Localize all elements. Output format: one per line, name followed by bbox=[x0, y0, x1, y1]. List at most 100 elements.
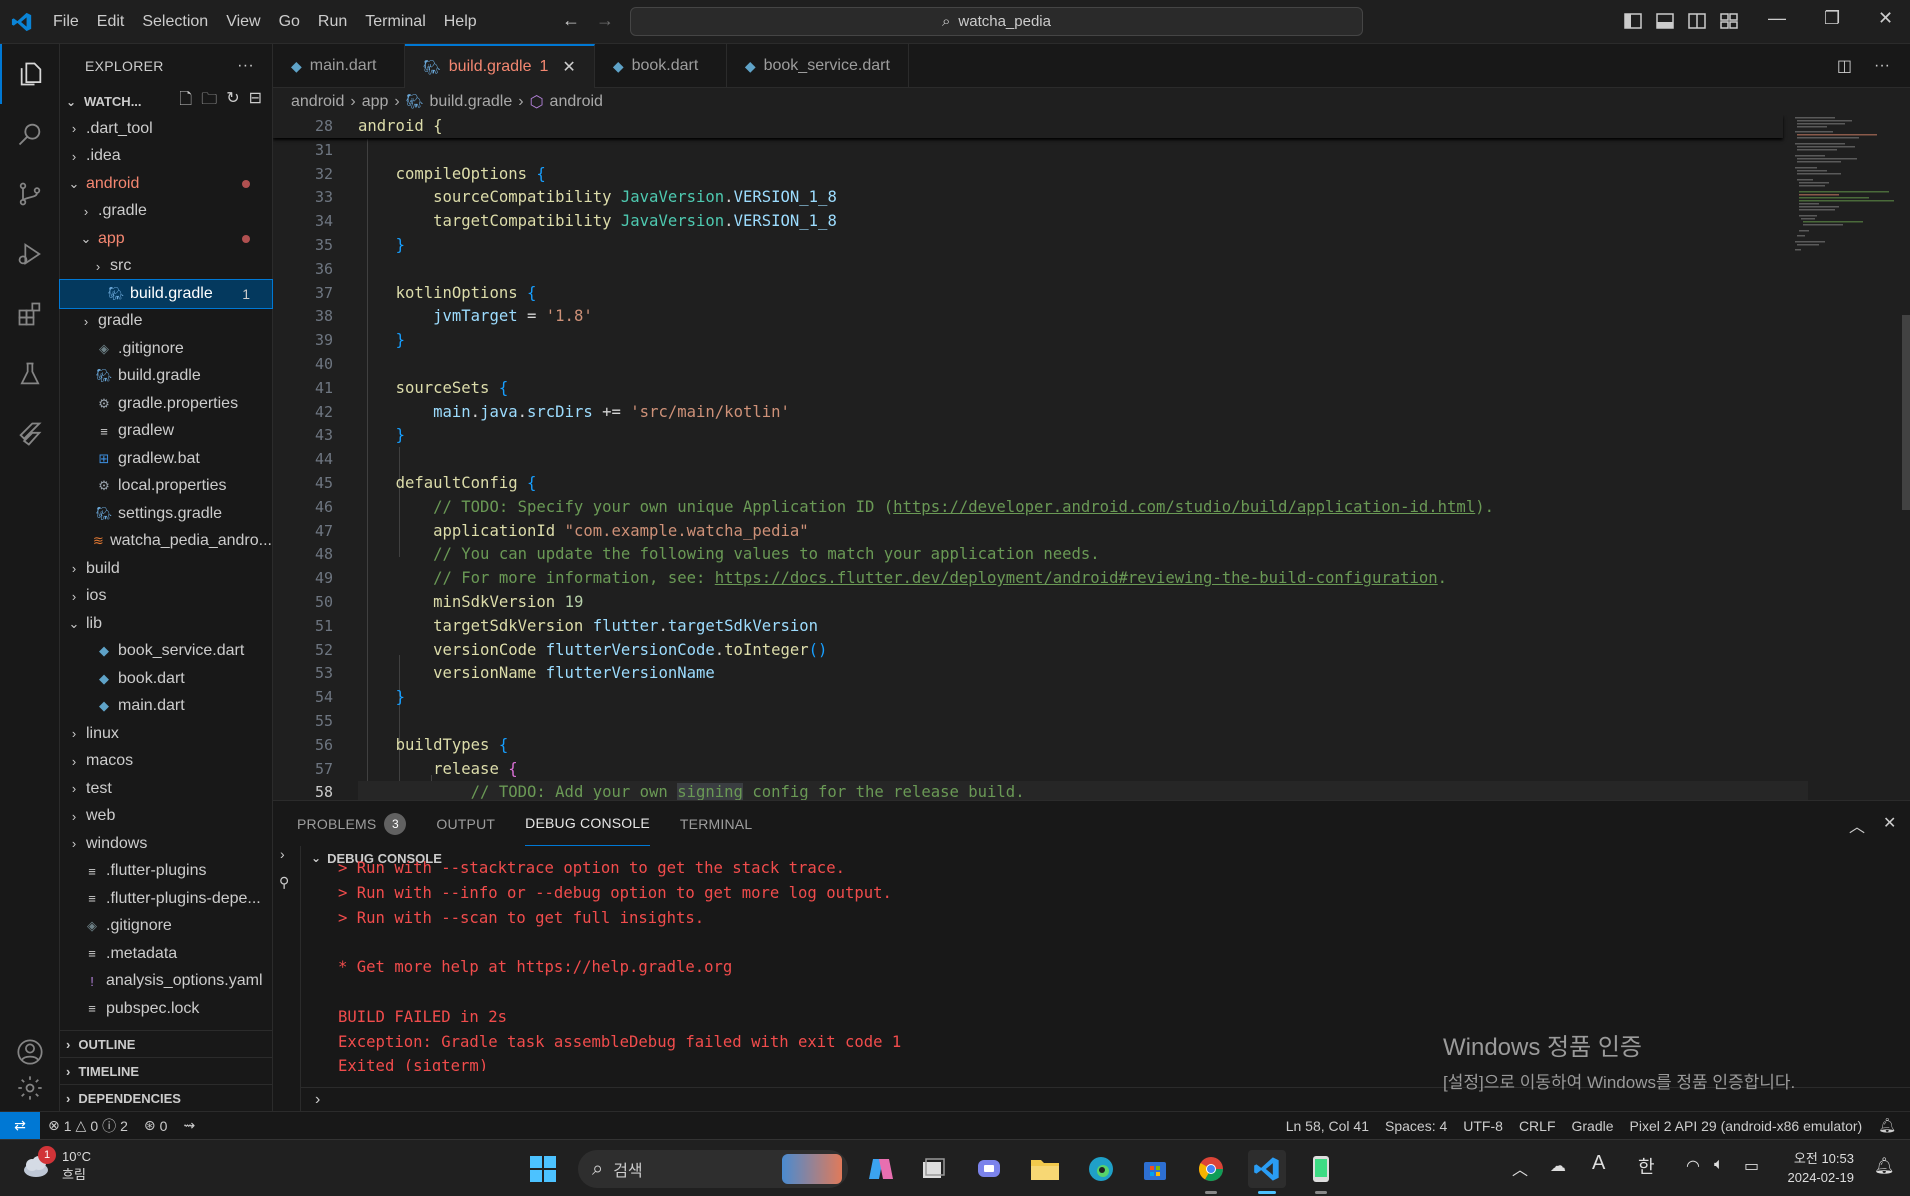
more-actions-icon[interactable]: ··· bbox=[237, 57, 254, 75]
section-outline[interactable]: › OUTLINE bbox=[60, 1030, 273, 1057]
file-local-properties[interactable]: ⚙ local.properties bbox=[60, 473, 272, 501]
ime-mode-a[interactable]: A bbox=[1592, 1152, 1605, 1175]
explorer-icon[interactable] bbox=[0, 44, 60, 104]
extensions-icon[interactable] bbox=[0, 284, 60, 344]
menu-file[interactable]: File bbox=[44, 0, 88, 44]
tray-overflow-chevron-icon[interactable]: ︿ bbox=[1512, 1156, 1528, 1180]
folder-windows[interactable]: › windows bbox=[60, 830, 272, 858]
editor-scrollbar[interactable] bbox=[1902, 315, 1910, 510]
new-file-icon[interactable]: 🗋 bbox=[179, 88, 192, 115]
maximize-panel-icon[interactable]: ︿ bbox=[1849, 813, 1865, 837]
minimize-icon[interactable]: — bbox=[1768, 8, 1786, 29]
remote-icon[interactable]: ⇄ bbox=[0, 1111, 40, 1140]
folder-idea[interactable]: › .idea bbox=[60, 143, 272, 171]
folder-web[interactable]: › web bbox=[60, 803, 272, 831]
file--flutter-plugins[interactable]: ≡ .flutter-plugins bbox=[60, 858, 272, 886]
sticky-scroll[interactable]: 28 android { bbox=[273, 115, 1783, 138]
teams-chat-icon[interactable] bbox=[970, 1150, 1008, 1188]
flutter-icon[interactable] bbox=[0, 404, 60, 464]
testing-icon[interactable] bbox=[0, 344, 60, 404]
tab-main-dart[interactable]: ◆ main.dart bbox=[273, 44, 405, 88]
menu-help[interactable]: Help bbox=[435, 0, 486, 44]
refresh-icon[interactable]: ↻ bbox=[226, 88, 239, 115]
panel-tab-debug-console[interactable]: DEBUG CONSOLE bbox=[525, 801, 650, 846]
line-ending[interactable]: CRLF bbox=[1511, 1118, 1564, 1134]
close-tab-icon[interactable]: ✕ bbox=[562, 57, 575, 77]
problems-status[interactable]: ⊗ 1 △ 0 ⓘ 2 bbox=[40, 1116, 136, 1136]
forward-arrow-icon[interactable]: → bbox=[596, 10, 614, 31]
debug-filter-icon[interactable]: ⚲ bbox=[279, 874, 289, 891]
file-build-gradle[interactable]: 🐘︎ build.gradle 1 bbox=[59, 279, 273, 309]
folder-src[interactable]: › src bbox=[60, 253, 272, 281]
notifications-icon[interactable]: 🔔︎ bbox=[1874, 1156, 1894, 1176]
clock[interactable]: 오전 10:53 2024-02-19 bbox=[1788, 1149, 1855, 1187]
minimap[interactable] bbox=[1793, 115, 1903, 275]
file-gradle-properties[interactable]: ⚙ gradle.properties bbox=[60, 390, 272, 418]
panel-tab-problems[interactable]: PROBLEMS 3 bbox=[297, 801, 407, 846]
ime-mode-korean[interactable]: 한 bbox=[1638, 1153, 1655, 1179]
file-main-dart[interactable]: ◆ main.dart bbox=[60, 693, 272, 721]
file-analysis-options-yaml[interactable]: ! analysis_options.yaml bbox=[60, 968, 272, 996]
folder-darttool[interactable]: › .dart_tool bbox=[60, 115, 272, 143]
file--gitignore[interactable]: ◈ .gitignore bbox=[60, 913, 272, 941]
menu-go[interactable]: Go bbox=[270, 0, 309, 44]
source-control-icon[interactable] bbox=[0, 164, 60, 224]
tab-book-dart[interactable]: ◆ book.dart bbox=[595, 44, 727, 88]
file-build-gradle[interactable]: 🐘︎ build.gradle bbox=[60, 363, 272, 391]
cursor-position[interactable]: Ln 58, Col 41 bbox=[1278, 1118, 1377, 1134]
section-dependencies[interactable]: › DEPENDENCIES bbox=[60, 1084, 273, 1111]
weather-widget[interactable]: 1 10°C 흐림 bbox=[20, 1146, 91, 1184]
file-gradlew[interactable]: ≡ gradlew bbox=[60, 418, 272, 446]
folder-gradle[interactable]: › .gradle bbox=[60, 198, 272, 226]
maximize-icon[interactable]: ❐ bbox=[1824, 8, 1840, 29]
menu-edit[interactable]: Edit bbox=[88, 0, 134, 44]
run-debug-icon[interactable] bbox=[0, 224, 60, 284]
encoding[interactable]: UTF-8 bbox=[1455, 1118, 1511, 1134]
customize-layout-icon[interactable] bbox=[1720, 12, 1738, 30]
chrome-browser-icon[interactable] bbox=[1192, 1150, 1230, 1194]
start-button-icon[interactable] bbox=[524, 1150, 562, 1188]
breadcrumb-item[interactable]: android bbox=[550, 93, 603, 111]
menu-run[interactable]: Run bbox=[309, 0, 356, 44]
folder-lib[interactable]: ⌄ lib bbox=[60, 610, 272, 638]
volume-icon[interactable]: 🔈︎ bbox=[1714, 1156, 1724, 1174]
file-book-service-dart[interactable]: ◆ book_service.dart bbox=[60, 638, 272, 666]
notifications-bell-icon[interactable]: 🔔︎ bbox=[1870, 1117, 1910, 1134]
file-explorer-icon[interactable] bbox=[1026, 1150, 1064, 1188]
folder-android[interactable]: ⌄ android bbox=[60, 170, 272, 198]
microsoft-store-icon[interactable] bbox=[1136, 1150, 1174, 1188]
code-content[interactable]: compileOptions { sourceCompatibility Jav… bbox=[358, 139, 1808, 800]
breadcrumb-item[interactable]: android bbox=[291, 93, 344, 111]
copilot-icon[interactable] bbox=[862, 1150, 900, 1188]
file-pubspec-lock[interactable]: ≡ pubspec.lock bbox=[60, 995, 272, 1023]
panel-tab-output[interactable]: OUTPUT bbox=[436, 801, 495, 846]
onedrive-icon[interactable]: ☁ bbox=[1550, 1156, 1566, 1176]
new-folder-icon[interactable]: 🗀 bbox=[201, 88, 217, 115]
breadcrumb-item[interactable]: app bbox=[362, 93, 389, 111]
folder-linux[interactable]: › linux bbox=[60, 720, 272, 748]
debug-run-icon[interactable]: ⇝ bbox=[175, 1117, 203, 1134]
edge-browser-icon[interactable] bbox=[1082, 1150, 1120, 1188]
file-book-dart[interactable]: ◆ book.dart bbox=[60, 665, 272, 693]
tab-book-service-dart[interactable]: ◆ book_service.dart bbox=[727, 44, 909, 88]
folder-build[interactable]: › build bbox=[60, 555, 272, 583]
command-center-search[interactable]: ⌕ watcha_pedia bbox=[630, 7, 1363, 36]
folder-gradle[interactable]: › gradle bbox=[60, 308, 272, 336]
vscode-taskbar-icon[interactable] bbox=[1248, 1150, 1286, 1194]
android-emulator-icon[interactable] bbox=[1302, 1150, 1340, 1194]
settings-gear-icon[interactable] bbox=[0, 1066, 60, 1110]
section-timeline[interactable]: › TIMELINE bbox=[60, 1057, 273, 1084]
file--gitignore[interactable]: ◈ .gitignore bbox=[60, 335, 272, 363]
split-editor-icon[interactable]: ◫ bbox=[1837, 56, 1852, 76]
search-icon[interactable] bbox=[0, 104, 60, 164]
indentation[interactable]: Spaces: 4 bbox=[1377, 1118, 1455, 1134]
menu-selection[interactable]: Selection bbox=[133, 0, 217, 44]
workspace-root[interactable]: ⌄ WATCH... 🗋 🗀 ↻ ⊟ bbox=[60, 88, 272, 115]
menu-terminal[interactable]: Terminal bbox=[356, 0, 434, 44]
file-settings-gradle[interactable]: 🐘︎ settings.gradle bbox=[60, 500, 272, 528]
file--flutter-plugins-depe---[interactable]: ≡ .flutter-plugins-depe... bbox=[60, 885, 272, 913]
breadcrumb-item[interactable]: build.gradle bbox=[430, 93, 513, 111]
folder-test[interactable]: › test bbox=[60, 775, 272, 803]
tab-build-gradle[interactable]: 🐘︎ build.gradle 1 ✕ bbox=[405, 44, 595, 88]
battery-icon[interactable]: ▭ bbox=[1744, 1156, 1759, 1176]
